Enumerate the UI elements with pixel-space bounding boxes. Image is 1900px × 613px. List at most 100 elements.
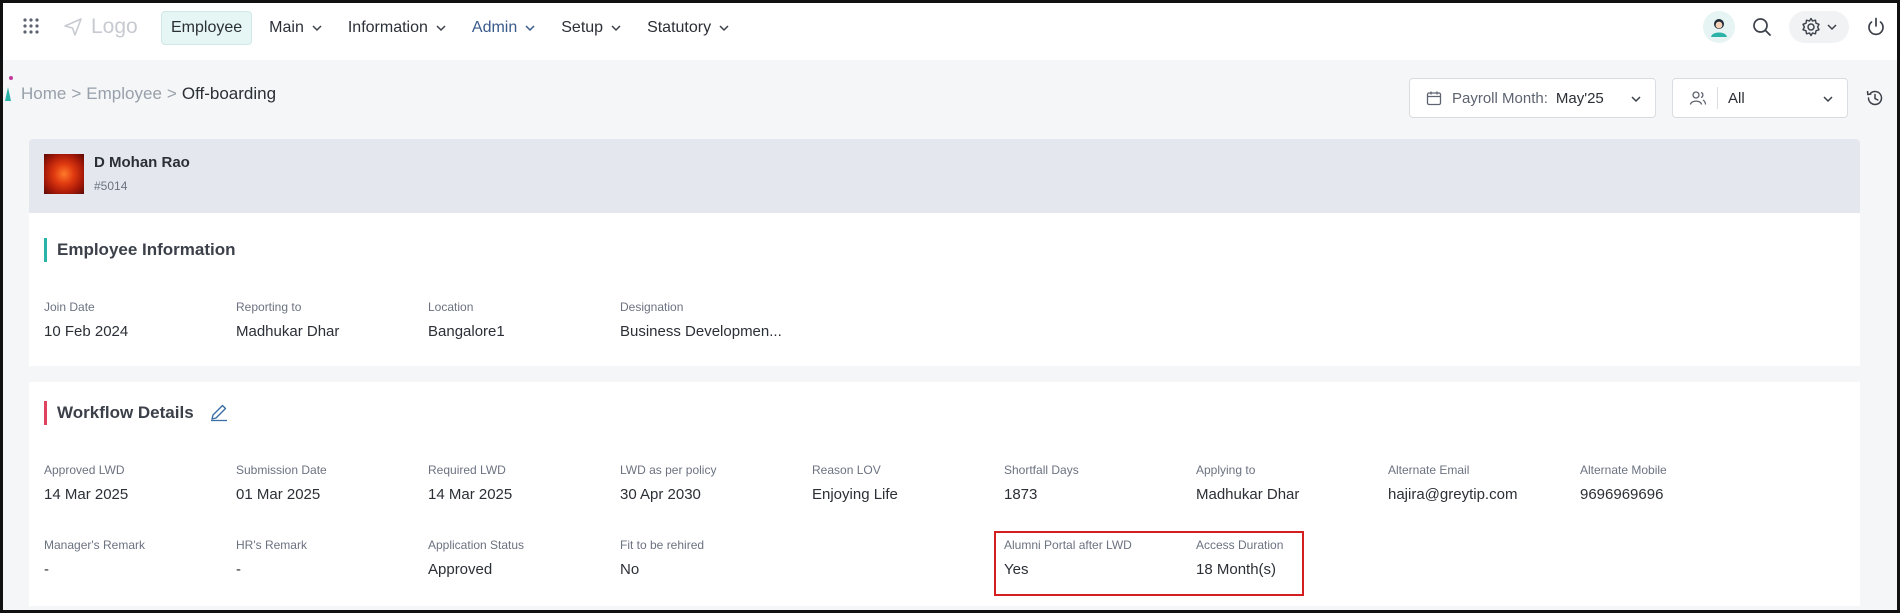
search-icon[interactable] xyxy=(1751,16,1773,38)
workflow-details-card: Workflow Details Approved LWD 14 Mar 202… xyxy=(29,382,1860,606)
top-navigation: Logo Employee Main Information Admin Set… xyxy=(3,3,1897,60)
field-value: 14 Mar 2025 xyxy=(428,486,513,503)
employee-id: #5014 xyxy=(94,179,128,193)
field-label: Approved LWD xyxy=(44,463,125,477)
field-approved-lwd: Approved LWD 14 Mar 2025 xyxy=(44,463,128,503)
nav-employee[interactable]: Employee xyxy=(161,11,253,45)
field-applying-to: Applying to Madhukar Dhar xyxy=(1196,463,1299,503)
app-window: Logo Employee Main Information Admin Set… xyxy=(0,0,1900,613)
divider xyxy=(1717,87,1718,109)
field-label: Submission Date xyxy=(236,463,327,477)
nav-main[interactable]: Main xyxy=(260,11,331,45)
users-icon xyxy=(1689,91,1707,105)
breadcrumb-home[interactable]: Home xyxy=(21,84,66,104)
chevron-down-icon xyxy=(436,25,446,32)
field-label: Alternate Email xyxy=(1388,463,1470,477)
payroll-month-select[interactable]: Payroll Month: May'25 xyxy=(1409,78,1656,118)
main-menu: Employee Main Information Admin Setup St… xyxy=(161,11,746,45)
field-value: 14 Mar 2025 xyxy=(44,486,129,503)
field-lwd-as-per-policy: LWD as per policy 30 Apr 2030 xyxy=(620,463,716,503)
filter-value: All xyxy=(1728,89,1745,107)
field-reporting-to: Reporting to Madhukar Dhar xyxy=(236,300,339,340)
field-fit-to-be-rehired: Fit to be rehired No xyxy=(620,538,704,578)
field-submission-date: Submission Date 01 Mar 2025 xyxy=(236,463,327,503)
gear-icon xyxy=(1802,17,1820,37)
logo[interactable]: Logo xyxy=(63,15,138,39)
calendar-icon xyxy=(1426,91,1442,106)
field-join-date: Join Date 10 Feb 2024 xyxy=(44,300,128,340)
employee-information-card: Employee Information Join Date 10 Feb 20… xyxy=(29,213,1860,366)
employee-avatar xyxy=(44,154,84,194)
field-alternate-email: Alternate Email hajira@greytip.com xyxy=(1388,463,1517,503)
field-label: Fit to be rehired xyxy=(620,538,705,552)
field-value: 01 Mar 2025 xyxy=(236,486,321,503)
settings-menu[interactable] xyxy=(1789,11,1849,43)
field-value: 1873 xyxy=(1004,486,1038,503)
chevron-down-icon xyxy=(312,25,322,32)
chevron-down-icon xyxy=(1631,96,1641,103)
field-label: HR's Remark xyxy=(236,538,307,552)
nav-admin-label: Admin xyxy=(471,19,518,36)
field-value: Enjoying Life xyxy=(812,486,898,503)
section-title-employee-information: Employee Information xyxy=(44,238,236,262)
field-shortfall-days: Shortfall Days 1873 xyxy=(1004,463,1079,503)
field-value: hajira@greytip.com xyxy=(1388,486,1518,503)
chevron-down-icon xyxy=(611,25,621,32)
chevron-down-icon xyxy=(525,25,535,32)
field-value: - xyxy=(236,561,241,578)
user-avatar-icon xyxy=(1711,19,1727,37)
field-label: Required LWD xyxy=(428,463,506,477)
decorative-dot xyxy=(9,76,13,80)
breadcrumb-employee[interactable]: Employee xyxy=(86,84,162,104)
nav-setup[interactable]: Setup xyxy=(552,11,630,45)
edit-pencil-icon[interactable] xyxy=(209,402,229,422)
field-label: Reason LOV xyxy=(812,463,881,477)
section-title-workflow-details: Workflow Details xyxy=(44,401,194,425)
nav-admin[interactable]: Admin xyxy=(463,11,544,45)
power-icon[interactable] xyxy=(1865,16,1887,38)
highlight-box xyxy=(994,531,1304,596)
field-label: Applying to xyxy=(1196,463,1256,477)
breadcrumb-current: Off-boarding xyxy=(181,84,277,103)
field-reason-lov: Reason LOV Enjoying Life xyxy=(812,463,898,503)
chevron-down-icon xyxy=(719,25,729,32)
chevron-down-icon xyxy=(1827,24,1837,31)
field-value: Approved xyxy=(428,561,493,578)
employee-filter-select[interactable]: All xyxy=(1672,78,1848,118)
field-required-lwd: Required LWD 14 Mar 2025 xyxy=(428,463,512,503)
field-label: Manager's Remark xyxy=(44,538,145,552)
breadcrumb: Home > Employee > Off-boarding xyxy=(21,84,276,104)
apps-grid-icon[interactable] xyxy=(22,17,40,35)
decorative-marker xyxy=(5,87,11,101)
nav-employee-label: Employee xyxy=(171,19,243,36)
field-location: Location Bangalore1 xyxy=(428,300,505,340)
user-avatar[interactable] xyxy=(1703,11,1735,43)
field-application-status: Application Status Approved xyxy=(428,538,524,578)
field-hrs-remark: HR's Remark - xyxy=(236,538,307,578)
nav-main-label: Main xyxy=(269,19,304,36)
chevron-down-icon xyxy=(1823,96,1833,103)
breadcrumb-separator: > xyxy=(166,84,177,103)
field-value: 30 Apr 2030 xyxy=(620,486,701,503)
field-label: Application Status xyxy=(428,538,525,552)
payroll-month-label: Payroll Month: xyxy=(1452,89,1548,107)
nav-statutory[interactable]: Statutory xyxy=(638,11,738,45)
field-label: Shortfall Days xyxy=(1004,463,1079,477)
field-label: Reporting to xyxy=(236,300,302,314)
employee-header: D Mohan Rao #5014 xyxy=(29,139,1860,213)
field-value: Madhukar Dhar xyxy=(1196,486,1300,503)
field-value: - xyxy=(44,561,49,578)
field-value: 9696969696 xyxy=(1580,486,1664,503)
breadcrumb-separator: > xyxy=(71,84,82,103)
field-label: Designation xyxy=(620,300,684,314)
field-value: Madhukar Dhar xyxy=(236,323,340,340)
nav-statutory-label: Statutory xyxy=(647,19,712,36)
field-alternate-mobile: Alternate Mobile 9696969696 xyxy=(1580,463,1667,503)
field-value: No xyxy=(620,561,640,578)
logo-text: Logo xyxy=(91,15,138,38)
field-managers-remark: Manager's Remark - xyxy=(44,538,145,578)
field-label: LWD as per policy xyxy=(620,463,717,477)
payroll-month-value: May'25 xyxy=(1555,89,1604,107)
history-icon[interactable] xyxy=(1865,88,1885,108)
nav-information[interactable]: Information xyxy=(339,11,455,45)
